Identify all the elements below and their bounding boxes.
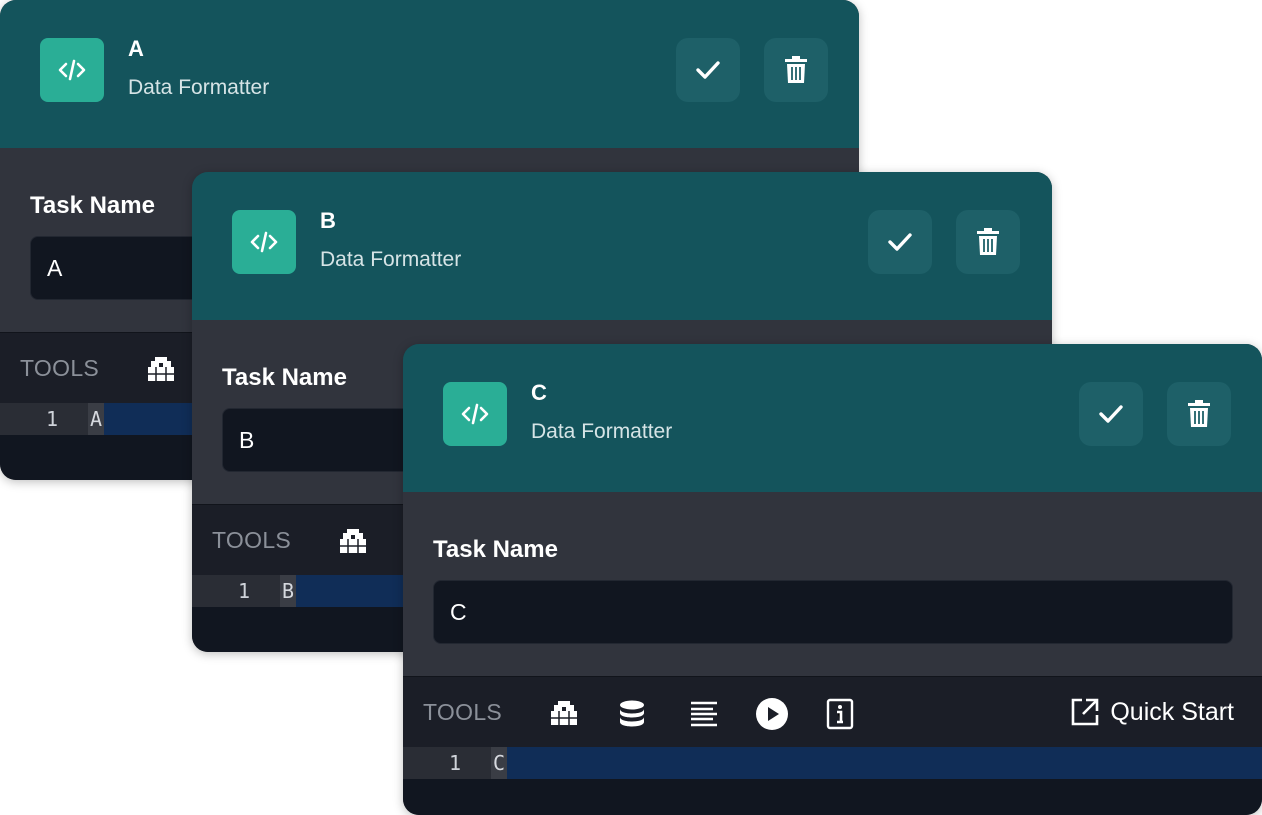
delete-button[interactable] [764,38,828,102]
code-line: 1 C [403,747,1262,779]
play-icon[interactable] [753,695,791,733]
quick-start-button[interactable]: Quick Start [1070,697,1234,727]
blocks-icon[interactable] [334,523,372,561]
code-editor[interactable]: 1 C [403,747,1262,815]
panel-subtitle: Data Formatter [531,420,673,443]
delete-button[interactable] [956,210,1020,274]
trash-icon [785,56,807,83]
task-name-label: Task Name [222,364,347,391]
align-text-icon[interactable] [685,695,723,733]
checkmark-icon [1099,405,1123,423]
tools-label: TOOLS [20,355,100,381]
panel-title: B [320,208,336,233]
tools-toolbar: TOOLS Quick Start [403,676,1262,747]
tools-label: TOOLS [423,699,503,725]
panel-subtitle: Data Formatter [128,76,270,99]
task-name-label: Task Name [433,536,558,563]
code-brackets-icon [232,210,296,274]
confirm-button[interactable] [1079,382,1143,446]
line-number: 1 [403,747,491,779]
line-number: 1 [192,575,280,607]
panel-title: A [128,36,144,61]
delete-button[interactable] [1167,382,1231,446]
code-text: A [88,403,105,435]
task-name-label: Task Name [30,192,155,219]
code-brackets-icon [40,38,104,102]
confirm-button[interactable] [676,38,740,102]
task-name-input[interactable]: C [433,580,1233,644]
panel-header: C Data Formatter [403,344,1262,492]
external-link-icon [1072,698,1099,726]
blocks-icon[interactable] [545,695,583,733]
blocks-icon[interactable] [142,351,180,389]
code-text: B [280,575,297,607]
tools-label: TOOLS [212,527,292,553]
info-doc-icon[interactable] [821,695,859,733]
confirm-button[interactable] [868,210,932,274]
line-number: 1 [0,403,88,435]
checkmark-icon [888,233,912,251]
panel-header: B Data Formatter [192,172,1052,320]
panel-subtitle: Data Formatter [320,248,462,271]
trash-icon [977,228,999,255]
code-brackets-icon [443,382,507,446]
quick-start-label: Quick Start [1110,697,1234,726]
panel-title: C [531,380,547,405]
task-panel-c: C Data Formatter Task Name C TOOLS Quick… [403,344,1262,815]
panel-header: A Data Formatter [0,0,859,148]
trash-icon [1188,400,1210,427]
checkmark-icon [696,61,720,79]
code-text: C [491,747,508,779]
database-icon[interactable] [613,695,651,733]
